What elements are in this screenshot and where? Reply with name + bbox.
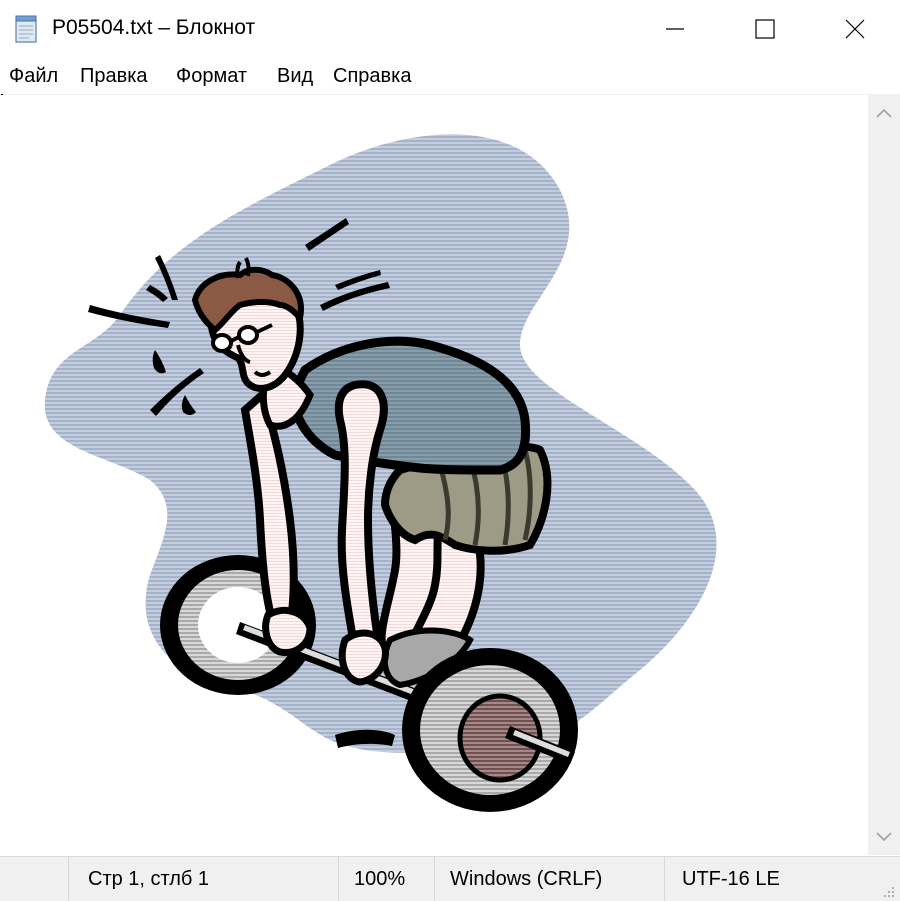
text-editor-area[interactable] xyxy=(0,95,868,855)
notepad-icon xyxy=(15,15,37,43)
weightlifter-clipart xyxy=(44,134,717,812)
status-bar: Стр 1, стлб 1 100% Windows (CRLF) UTF-16… xyxy=(0,856,900,901)
scroll-down-button[interactable] xyxy=(868,819,900,855)
menu-file[interactable]: Файл xyxy=(9,65,58,88)
menu-edit[interactable]: Правка xyxy=(80,65,148,88)
vertical-scrollbar[interactable] xyxy=(868,95,900,855)
scroll-up-button[interactable] xyxy=(868,95,900,131)
status-line-endings: Windows (CRLF) xyxy=(450,867,603,890)
hand-front xyxy=(338,629,389,686)
status-cursor-position: Стр 1, стлб 1 xyxy=(88,867,210,890)
status-zoom: 100% xyxy=(354,867,406,890)
menu-format[interactable]: Формат xyxy=(176,65,247,88)
window-title: P05504.txt – Блокнот xyxy=(52,16,256,39)
status-encoding: UTF-16 LE xyxy=(682,867,780,890)
status-divider xyxy=(338,857,339,901)
minimize-icon xyxy=(666,28,684,30)
title-bar: P05504.txt – Блокнот xyxy=(0,0,900,58)
maximize-icon xyxy=(755,19,775,39)
menu-help[interactable]: Справка xyxy=(333,65,411,88)
minimize-button[interactable] xyxy=(630,0,720,58)
maximize-button[interactable] xyxy=(720,0,810,58)
chevron-up-icon xyxy=(876,108,892,118)
status-divider xyxy=(434,857,435,901)
menu-bar: Файл Правка Формат Вид Справка xyxy=(0,58,900,95)
chevron-down-icon xyxy=(876,832,892,842)
status-divider xyxy=(664,857,665,901)
close-button[interactable] xyxy=(810,0,900,58)
barbell-right-plate xyxy=(402,648,578,812)
hand-back xyxy=(262,607,314,657)
status-divider xyxy=(68,857,69,901)
resize-grip-icon[interactable] xyxy=(880,883,896,899)
menu-view[interactable]: Вид xyxy=(277,65,313,88)
close-icon xyxy=(845,19,865,39)
